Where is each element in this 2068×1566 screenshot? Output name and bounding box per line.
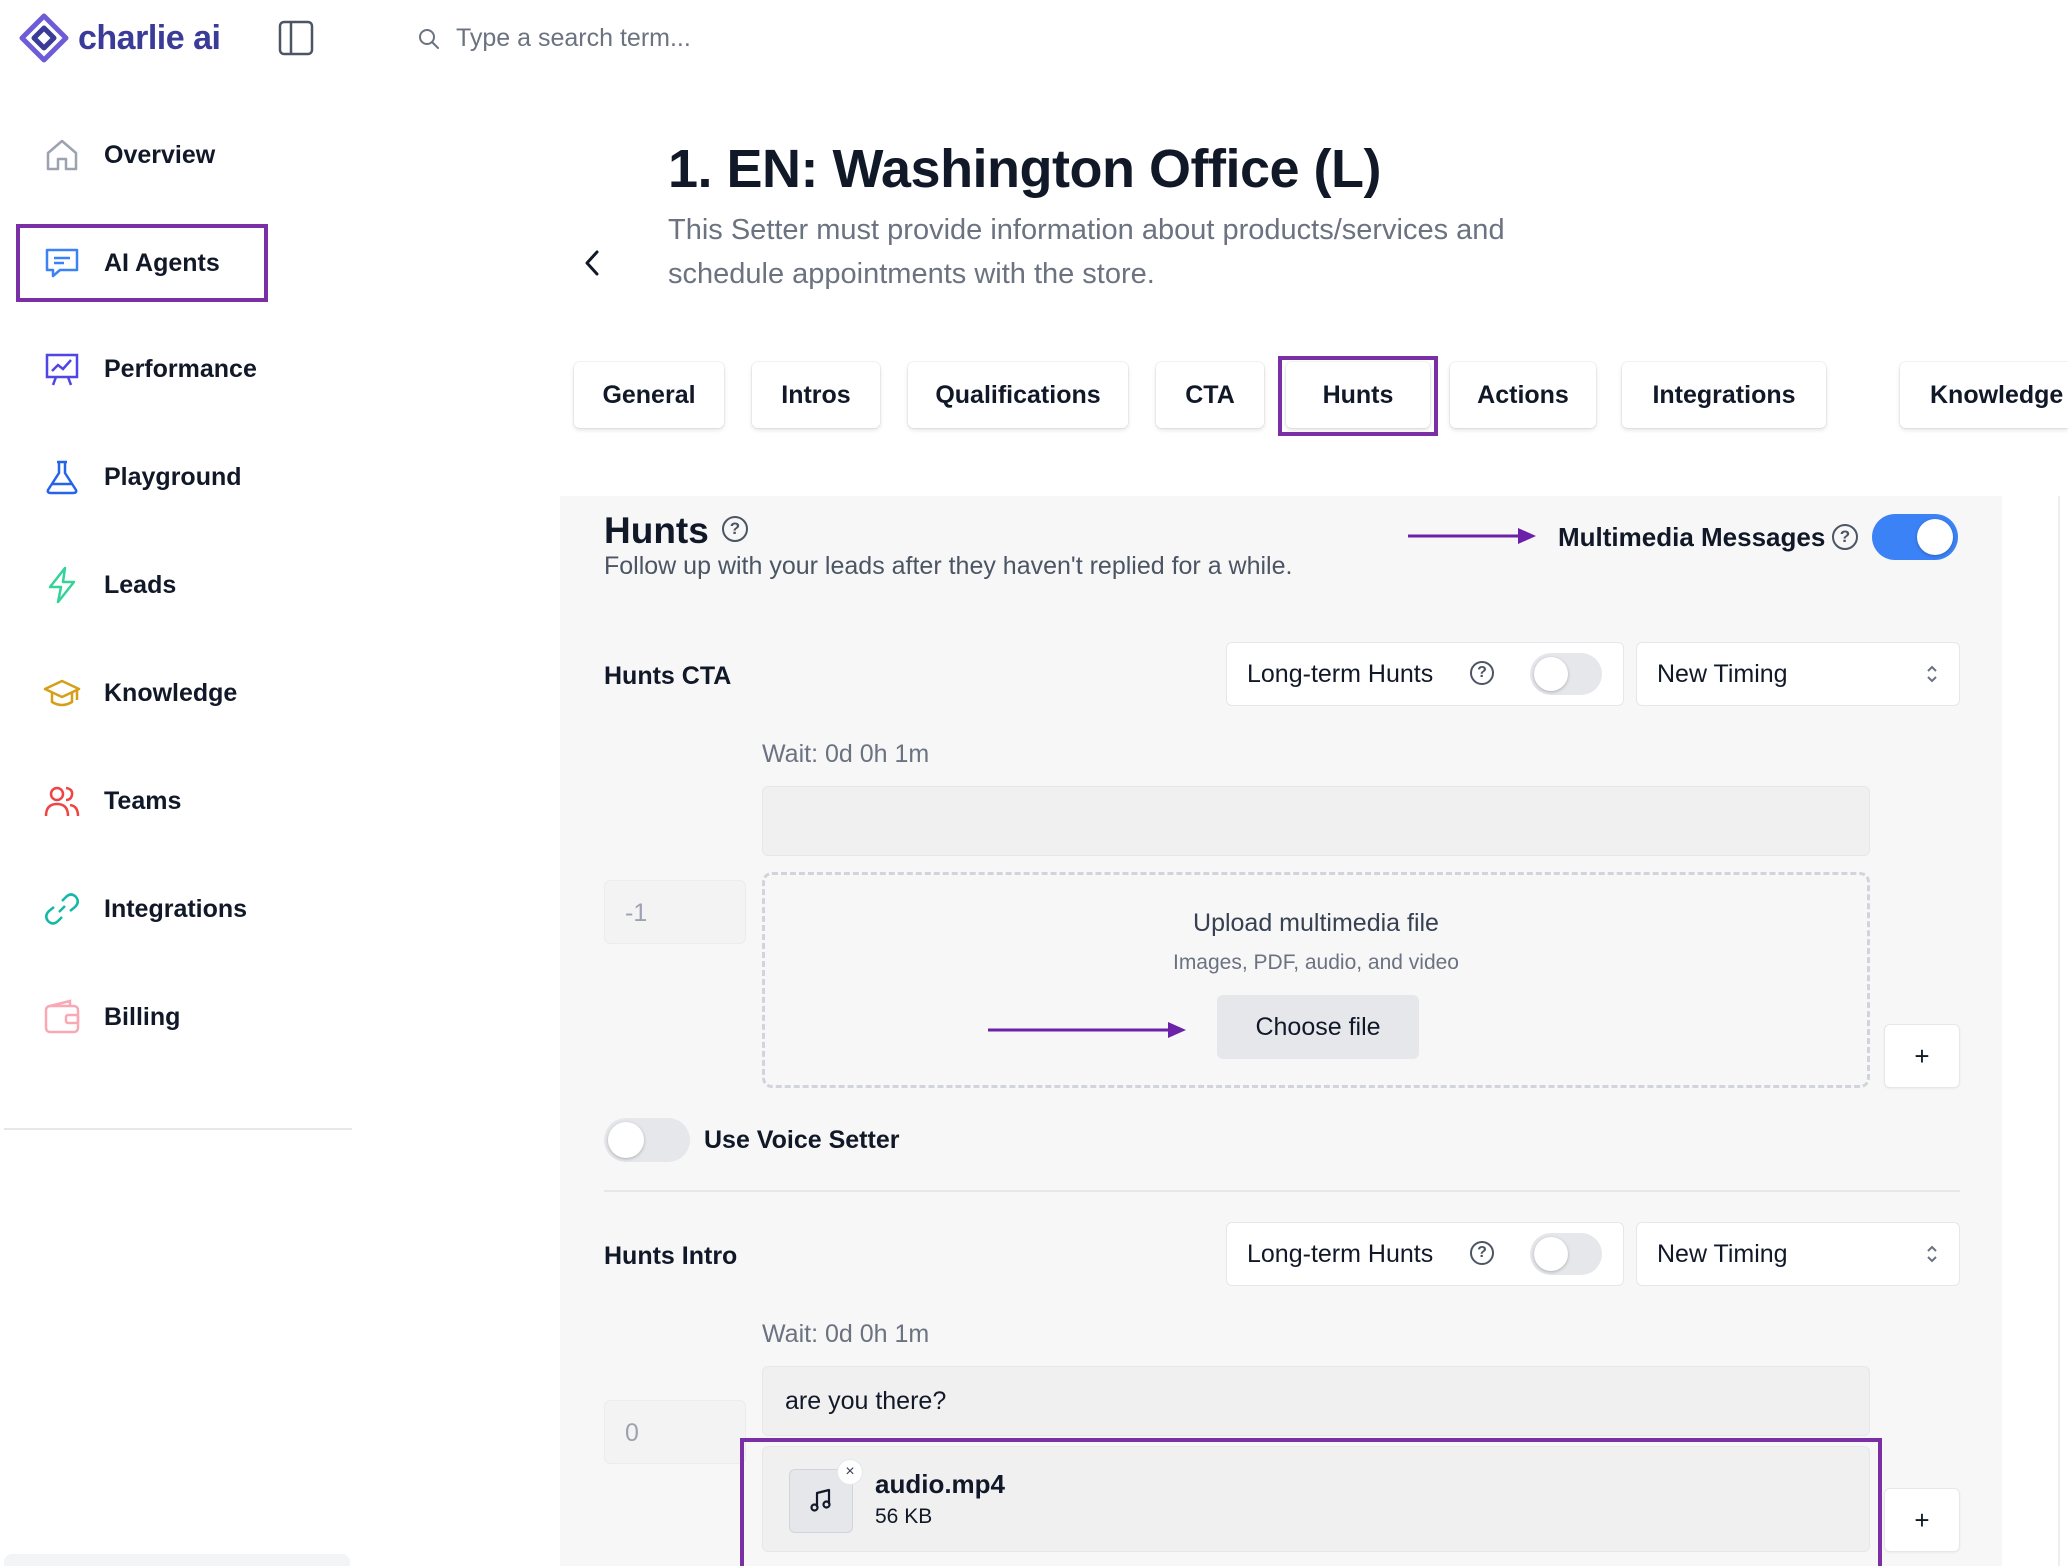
timing-select[interactable]: New Timing [1636,642,1960,706]
sidebar-footer [4,1554,350,1566]
link-icon [42,889,82,929]
page-description: This Setter must provide information abo… [668,214,1505,290]
graduation-cap-icon [42,673,82,713]
toggle-knob [608,1122,644,1158]
help-icon[interactable]: ? [722,516,748,542]
attachment-highlight [740,1438,1882,1566]
sidebar-item-knowledge[interactable]: Knowledge [16,654,268,732]
upload-subtitle: Images, PDF, audio, and video [1172,951,1459,974]
help-icon[interactable]: ? [1832,524,1858,550]
use-voice-setter-label: Use Voice Setter [704,1126,900,1154]
annotation-arrow-icon [988,1022,1186,1038]
chevron-up-down-icon [1927,665,1937,683]
use-voice-setter-toggle[interactable] [604,1118,690,1162]
sidebar-item-label: Performance [104,354,257,383]
sidebar-item-label: Integrations [104,894,248,923]
search-icon [419,28,439,49]
section-title: Hunts [604,510,709,551]
multimedia-messages-label: Multimedia Messages [1558,522,1826,552]
toggle-knob [1917,519,1953,555]
charlie-logo-icon [19,13,69,63]
choose-file-button[interactable]: Choose file [1217,995,1419,1059]
scroll-edge [2058,496,2060,1566]
sidebar-item-billing[interactable]: Billing [16,978,268,1056]
home-icon [42,135,82,175]
flask-icon [42,457,82,497]
wait-label: Wait: 0d 0h 1m [762,1320,930,1348]
active-tab-highlight [1278,356,1438,436]
help-icon[interactable]: ? [1470,1241,1494,1265]
timing-select[interactable]: New Timing [1636,1222,1960,1286]
hunts-cta-label: Hunts CTA [604,662,732,690]
long-term-hunts-control: Long-term Hunts ? [1226,1222,1624,1286]
sidebar-item-integrations[interactable]: Integrations [16,870,268,948]
hunt-message-input[interactable] [762,786,1870,856]
page-title: 1. EN: Washington Office (L) [668,139,1381,199]
sidebar-item-label: Billing [104,1002,181,1031]
long-term-hunts-label: Long-term Hunts [1247,659,1434,688]
annotation-arrow-icon [1408,528,1536,544]
sidebar-item-label: Leads [104,570,177,599]
sidebar-item-overview[interactable]: Overview [16,116,268,194]
wait-label: Wait: 0d 0h 1m [762,740,930,768]
search-input[interactable] [456,24,1056,53]
sidebar-item-performance[interactable]: Performance [16,330,268,408]
sidebar-item-label: Playground [104,462,242,491]
chevron-up-down-icon [1927,1245,1937,1263]
sidebar-item-label: Knowledge [104,678,238,707]
sidebar-item-playground[interactable]: Playground [16,438,268,516]
sidebar-item-label: AI Agents [104,248,220,277]
help-icon[interactable]: ? [1470,661,1494,685]
sidebar-panel-icon [278,20,314,56]
tab-integrations[interactable]: Integrations [1622,362,1826,428]
tab-actions[interactable]: Actions [1450,362,1596,428]
wallet-icon [42,997,82,1037]
app-name: charlie ai [78,18,221,57]
toggle-knob [1534,1237,1568,1271]
hunts-intro-label: Hunts Intro [604,1242,738,1270]
long-term-hunts-toggle[interactable] [1530,653,1602,695]
chevron-left-icon [585,250,599,276]
tab-knowledge[interactable]: Knowledge [1900,362,2068,428]
hunt-message-input[interactable]: are you there? [762,1366,1870,1436]
search-bar [418,24,1056,53]
tab-cta[interactable]: CTA [1156,362,1264,428]
multimedia-messages-toggle[interactable] [1872,514,1958,560]
section-subtitle: Follow up with your leads after they hav… [604,552,1293,580]
tab-intros[interactable]: Intros [752,362,880,428]
hunt-index-input[interactable]: -1 [604,880,746,944]
long-term-hunts-toggle[interactable] [1530,1233,1602,1275]
timing-select-value: New Timing [1657,659,1788,688]
hunt-index-input[interactable]: 0 [604,1400,746,1464]
chat-icon [42,243,82,283]
presentation-chart-icon [42,349,82,389]
long-term-hunts-control: Long-term Hunts ? [1226,642,1624,706]
tab-general[interactable]: General [574,362,724,428]
long-term-hunts-label: Long-term Hunts [1247,1239,1434,1268]
sidebar-item-teams[interactable]: Teams [16,762,268,840]
add-hunt-button[interactable]: + [1884,1024,1960,1088]
sidebar-divider [4,1128,352,1130]
lightning-icon [42,565,82,605]
back-button[interactable] [576,246,610,280]
section-divider [604,1190,1960,1192]
upload-title: Upload multimedia file [1193,909,1439,937]
timing-select-value: New Timing [1657,1239,1788,1268]
users-icon [42,781,82,821]
app-logo[interactable]: charlie ai [18,12,221,64]
add-hunt-button[interactable]: + [1884,1488,1960,1552]
sidebar-toggle-button[interactable] [278,20,314,56]
sidebar-item-label: Teams [104,786,182,815]
multimedia-upload-dropzone[interactable]: Upload multimedia file Images, PDF, audi… [762,872,1870,1088]
tab-qualifications[interactable]: Qualifications [908,362,1128,428]
sidebar-item-label: Overview [104,140,216,169]
sidebar-item-leads[interactable]: Leads [16,546,268,624]
sidebar-item-ai-agents[interactable]: AI Agents [16,224,268,302]
toggle-knob [1534,657,1568,691]
